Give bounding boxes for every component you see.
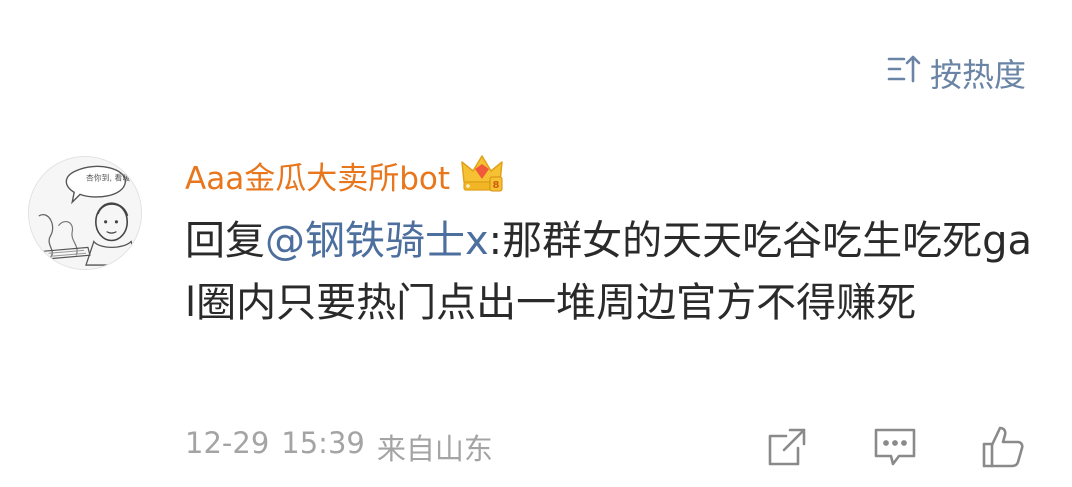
sort-icon xyxy=(886,51,922,95)
like-icon[interactable] xyxy=(980,424,1026,470)
comment-actions xyxy=(764,424,1026,470)
comment-text: 回复@钢铁骑士x:那群女的天天吃谷吃生吃死gal圈内只要热门点出一堆周边官方不得… xyxy=(185,210,1035,334)
sort-label: 按热度 xyxy=(929,56,1026,94)
forward-icon[interactable] xyxy=(764,424,810,470)
comment-header: Aaa金瓜大卖所bot 8 xyxy=(185,152,1035,198)
reply-prefix: 回复 xyxy=(185,218,265,264)
comment-meta: 12-29 15:39 来自山东 xyxy=(185,426,493,468)
avatar[interactable]: 杏你到, 看暖和 xyxy=(28,156,142,270)
comment-date: 12-29 xyxy=(185,426,270,460)
comment-footer: 12-29 15:39 来自山东 xyxy=(185,424,1026,470)
comment-page: 按热度 杏你到, 看暖和 Aaa金瓜大卖所bot 8 回复@钢铁骑士x:那群女的… xyxy=(0,0,1072,487)
username-link[interactable]: Aaa金瓜大卖所bot xyxy=(185,153,450,198)
mention-link[interactable]: @钢铁骑士x xyxy=(265,218,489,264)
avatar-note-text: 杏你到, 看暖和 xyxy=(86,173,138,183)
svg-text:8: 8 xyxy=(493,180,500,191)
crown-badge-icon[interactable]: 8 xyxy=(460,152,504,198)
comment-source: 来自山东 xyxy=(376,432,493,466)
comment-icon[interactable] xyxy=(872,424,918,470)
sort-by-hot-button[interactable]: 按热度 xyxy=(886,50,1026,96)
comment-time: 15:39 xyxy=(281,426,365,460)
comment-item: Aaa金瓜大卖所bot 8 回复@钢铁骑士x:那群女的天天吃谷吃生吃死gal圈内… xyxy=(185,152,1035,334)
